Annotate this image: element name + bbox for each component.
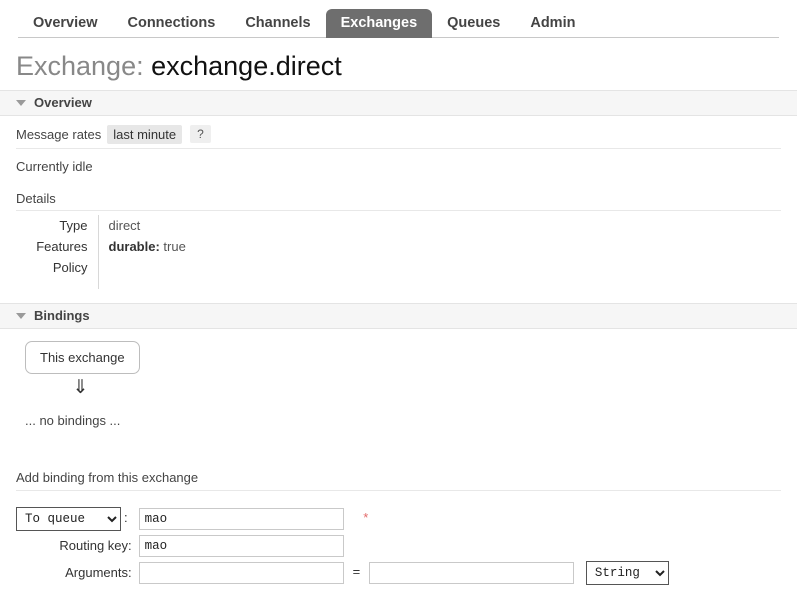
add-binding-form: Add binding from this exchange To queue … bbox=[0, 470, 797, 591]
no-bindings-message: ... no bindings ... bbox=[16, 399, 781, 428]
message-rates-label: Message rates bbox=[16, 127, 101, 142]
argument-type-select[interactable]: String Number Boolean List bbox=[586, 561, 669, 585]
bindings-body: This exchange ⇓ ... no bindings ... bbox=[0, 329, 797, 428]
detail-value-features: durable: true bbox=[98, 236, 186, 257]
overview-section-header[interactable]: Overview bbox=[0, 90, 797, 116]
add-binding-heading: Add binding from this exchange bbox=[16, 470, 781, 491]
destination-direction-cell: To queue To exchange : bbox=[16, 505, 139, 533]
feature-durable-value: true bbox=[163, 239, 185, 254]
argument-value-input[interactable] bbox=[369, 562, 574, 584]
feature-durable-label: durable: bbox=[109, 239, 160, 254]
detail-value-type: direct bbox=[98, 215, 186, 236]
overview-body: Message rates last minute ? Currently id… bbox=[0, 116, 797, 289]
exchange-name: exchange.direct bbox=[151, 51, 342, 81]
message-rates-row: Message rates last minute ? bbox=[16, 116, 781, 149]
routing-key-input-cell bbox=[139, 533, 669, 559]
tab-connections[interactable]: Connections bbox=[113, 9, 231, 39]
details-table: Type direct Features durable: true Polic… bbox=[16, 215, 186, 289]
table-row: Type direct bbox=[16, 215, 186, 236]
overview-section-title: Overview bbox=[34, 95, 92, 110]
details-label: Details bbox=[16, 182, 781, 211]
message-rates-period-badge[interactable]: last minute bbox=[107, 125, 182, 144]
caret-down-icon bbox=[16, 313, 26, 319]
arguments-label: Arguments: bbox=[16, 559, 139, 587]
routing-key-input[interactable] bbox=[139, 535, 344, 557]
arguments-input-cell: = String Number Boolean List bbox=[139, 559, 669, 587]
page-title: Exchange: exchange.direct bbox=[16, 52, 797, 82]
tab-queues[interactable]: Queues bbox=[432, 9, 515, 39]
destination-colon: : bbox=[121, 510, 132, 525]
detail-value-policy bbox=[98, 257, 186, 289]
required-marker: * bbox=[347, 510, 368, 525]
detail-key-policy: Policy bbox=[16, 257, 98, 289]
tab-overview[interactable]: Overview bbox=[18, 9, 113, 39]
table-row: Policy bbox=[16, 257, 186, 289]
double-down-arrow-icon: ⇓ bbox=[25, 374, 136, 399]
bindings-section-header[interactable]: Bindings bbox=[0, 303, 797, 329]
argument-name-input[interactable] bbox=[139, 562, 344, 584]
form-row-destination: To queue To exchange : * bbox=[16, 505, 669, 533]
tab-admin[interactable]: Admin bbox=[515, 9, 590, 39]
destination-input-cell: * bbox=[139, 505, 669, 533]
routing-key-label: Routing key: bbox=[16, 533, 139, 559]
caret-down-icon bbox=[16, 100, 26, 106]
form-row-arguments: Arguments: = String Number Boolean List bbox=[16, 559, 669, 587]
tab-exchanges[interactable]: Exchanges bbox=[326, 9, 433, 39]
destination-input[interactable] bbox=[139, 508, 344, 530]
bindings-section-title: Bindings bbox=[34, 308, 90, 323]
detail-key-features: Features bbox=[16, 236, 98, 257]
help-icon[interactable]: ? bbox=[190, 125, 211, 143]
page-title-prefix: Exchange: bbox=[16, 51, 144, 81]
tab-channels[interactable]: Channels bbox=[230, 9, 325, 39]
binding-direction-select[interactable]: To queue To exchange bbox=[16, 507, 121, 531]
form-row-routing-key: Routing key: bbox=[16, 533, 669, 559]
message-rates-status: Currently idle bbox=[16, 149, 781, 182]
equals-sign: = bbox=[344, 564, 370, 579]
this-exchange-node[interactable]: This exchange bbox=[25, 341, 140, 374]
table-row: Features durable: true bbox=[16, 236, 186, 257]
detail-key-type: Type bbox=[16, 215, 98, 236]
add-binding-fields: To queue To exchange : * Routing key: Ar… bbox=[16, 505, 669, 587]
main-navigation: Overview Connections Channels Exchanges … bbox=[0, 0, 797, 38]
